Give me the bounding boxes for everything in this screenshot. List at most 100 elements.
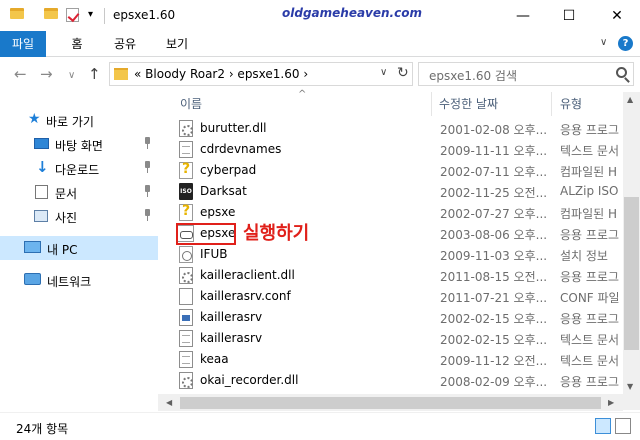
sidebar-item-network[interactable]: 네트워크 <box>0 268 158 292</box>
sidebar-item-label: 네트워크 <box>47 275 92 289</box>
text-file-icon <box>179 351 193 368</box>
file-name: kailleraclient.dll <box>200 268 295 282</box>
item-count: 24개 항목 <box>16 422 69 436</box>
sidebar-item-label: 바로 가기 <box>46 115 94 129</box>
table-row[interactable]: ISO Darksat 2002-11-25 오전... ALZip ISO F <box>168 181 624 202</box>
sidebar-item-pictures[interactable]: 사진 <box>0 204 158 228</box>
text-file-icon <box>179 330 193 347</box>
highlight-box <box>176 223 236 245</box>
pin-icon[interactable] <box>143 137 152 149</box>
horizontal-scroll-thumb[interactable] <box>180 397 601 409</box>
desktop-icon <box>34 138 49 149</box>
table-row[interactable]: cdrdevnames 2009-11-11 오후... 텍스트 문서 <box>168 139 623 160</box>
ribbon-expand-icon[interactable]: ∨ <box>600 37 607 48</box>
quick-access-folder-icon[interactable] <box>10 8 24 19</box>
breadcrumb[interactable]: « Bloody Roar2 › epsxe1.60 › <box>134 67 308 81</box>
pc-icon <box>24 241 41 253</box>
sidebar-item-desktop[interactable]: 바탕 화면 <box>0 132 158 156</box>
tab-view[interactable]: 보기 <box>158 31 196 57</box>
search-icon[interactable] <box>616 67 627 78</box>
title-bar: ▾ epsxe1.60 oldgameheaven.com — ☐ ✕ <box>0 0 640 31</box>
file-name: Darksat <box>200 184 247 198</box>
close-button[interactable]: ✕ <box>594 0 640 31</box>
sidebar-item-documents[interactable]: 문서 <box>0 180 158 204</box>
sidebar-item-this-pc[interactable]: 내 PC <box>0 236 158 260</box>
back-button[interactable]: ← <box>14 65 27 83</box>
address-dropdown-icon[interactable]: ∨ <box>380 67 387 78</box>
gear-file-icon <box>179 372 193 389</box>
scroll-down-icon[interactable]: ▼ <box>627 382 633 391</box>
up-button[interactable]: ↑ <box>88 65 101 83</box>
maximize-button[interactable]: ☐ <box>546 0 592 31</box>
sidebar-item-downloads[interactable]: ↓ 다운로드 <box>0 156 158 180</box>
sort-indicator-icon: ^ <box>298 89 307 100</box>
scroll-right-icon[interactable]: ▶ <box>608 398 614 407</box>
new-folder-icon[interactable] <box>44 8 58 19</box>
properties-icon[interactable] <box>66 8 79 22</box>
table-row[interactable]: IFUB 2009-11-03 오후... 설치 정보 <box>168 244 623 265</box>
file-type: 텍스트 문서 <box>560 354 620 368</box>
file-list: 이름 ^ 수정한 날짜 유형 burutter.dll 2001-02-08 오… <box>168 89 624 410</box>
tab-home[interactable]: 홈 <box>60 31 94 57</box>
tab-file[interactable]: 파일 <box>0 31 46 57</box>
sidebar-item-label: 사진 <box>55 211 78 225</box>
navigation-pane: ★ 바로 가기 바탕 화면 ↓ 다운로드 문서 사진 내 PC 네트워크 <box>0 92 158 410</box>
large-icons-view-icon[interactable] <box>615 418 631 434</box>
table-row[interactable]: kaillerasrv 2002-02-15 오후... 텍스트 문서 <box>168 328 623 349</box>
help-icon[interactable]: ? <box>618 36 633 51</box>
table-row[interactable]: kaillerasrv.conf 2011-07-21 오후... CONF 파… <box>168 286 623 307</box>
folder-icon <box>114 68 128 80</box>
sidebar-item-label: 내 PC <box>47 243 78 257</box>
file-type: 설치 정보 <box>560 249 608 263</box>
forward-button[interactable]: → <box>40 65 53 83</box>
pin-icon[interactable] <box>143 209 152 221</box>
file-type: 응용 프로그 <box>560 270 620 284</box>
table-row[interactable]: cyberpad 2002-07-11 오후... 컴파일된 H <box>168 160 623 181</box>
file-name: kaillerasrv <box>200 310 263 324</box>
file-name: kaillerasrv <box>200 331 263 345</box>
vertical-scroll-thumb[interactable] <box>624 197 639 350</box>
file-type: 컴파일된 H <box>560 207 617 221</box>
watermark-text: oldgameheaven.com <box>282 6 422 20</box>
file-date: 2002-02-15 오후... <box>440 333 548 347</box>
column-header-type[interactable]: 유형 <box>560 92 582 116</box>
ribbon: 파일 홈 공유 보기 ∨ ? <box>0 31 640 57</box>
table-row[interactable]: keaa 2009-11-12 오전... 텍스트 문서 <box>168 349 623 370</box>
recent-locations-button[interactable]: ∨ <box>68 67 75 85</box>
column-header-name[interactable]: 이름 <box>180 92 202 116</box>
pin-icon[interactable] <box>143 161 152 173</box>
file-type: ALZip ISO F <box>560 184 624 198</box>
pin-icon[interactable] <box>143 185 152 197</box>
blank-file-icon <box>179 288 193 305</box>
file-type: 텍스트 문서 <box>560 144 620 158</box>
column-header-date[interactable]: 수정한 날짜 <box>439 92 498 116</box>
file-date: 2002-02-15 오후... <box>440 312 548 326</box>
scroll-up-icon[interactable]: ▲ <box>627 95 633 104</box>
file-date: 2009-11-03 오후... <box>440 249 548 263</box>
table-row[interactable]: kailleraclient.dll 2011-08-15 오전... 응용 프… <box>168 265 623 286</box>
details-view-icon[interactable] <box>595 418 611 434</box>
minimize-button[interactable]: — <box>500 0 546 31</box>
table-row[interactable]: okai_recorder.dll 2008-02-09 오후... 응용 프로… <box>168 370 623 391</box>
refresh-icon[interactable]: ↻ <box>397 65 409 81</box>
tab-share[interactable]: 공유 <box>106 31 144 57</box>
file-date: 2011-07-21 오후... <box>440 291 548 305</box>
table-row[interactable]: epsxe 2002-07-27 오후... 컴파일된 H <box>168 202 623 223</box>
text-file-icon <box>179 141 193 158</box>
table-row[interactable]: epsxe 2003-08-06 오후... 응용 프로그 <box>168 223 623 244</box>
file-date: 2009-11-12 오전... <box>440 354 548 368</box>
qat-dropdown-icon[interactable]: ▾ <box>88 9 93 25</box>
column-divider[interactable] <box>551 92 552 116</box>
pictures-icon <box>34 210 48 222</box>
sidebar-item-label: 다운로드 <box>55 163 100 177</box>
address-bar[interactable]: « Bloody Roar2 › epsxe1.60 › ∨ ↻ <box>109 62 413 86</box>
search-input[interactable]: epsxe1.60 검색 <box>418 62 634 86</box>
scroll-left-icon[interactable]: ◀ <box>166 398 172 407</box>
table-row[interactable]: kaillerasrv 2002-02-15 오후... 응용 프로그 <box>168 307 623 328</box>
help-file-icon <box>179 203 193 221</box>
file-name: burutter.dll <box>200 121 267 135</box>
column-divider[interactable] <box>431 92 432 116</box>
table-row[interactable]: burutter.dll 2001-02-08 오후... 응용 프로그 <box>168 118 623 139</box>
sidebar-item-quick-access[interactable]: ★ 바로 가기 <box>0 108 158 132</box>
file-date: 2002-07-27 오후... <box>440 207 548 221</box>
